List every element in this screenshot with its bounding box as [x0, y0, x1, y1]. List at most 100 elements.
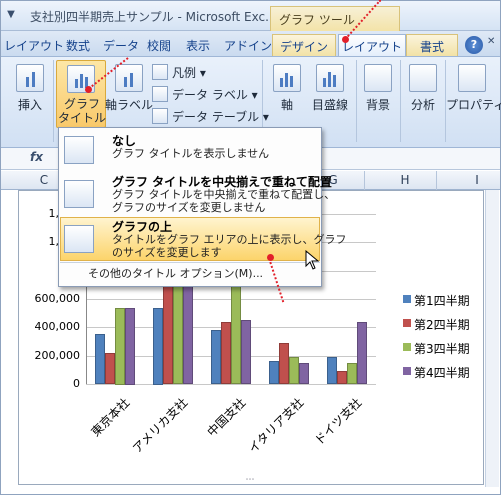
quick-access-dropdown-icon[interactable]: ▼ [4, 9, 18, 23]
tab-view[interactable]: 表示 [186, 34, 210, 56]
column-divider [436, 171, 437, 190]
chart-bar[interactable] [241, 320, 251, 384]
chart-tools-context-label: グラフ ツール [270, 6, 400, 31]
above-chart-title-icon [64, 225, 94, 253]
y-tick-label: 0 [73, 377, 80, 390]
chart-title-button[interactable]: グラフ タイトル [56, 60, 106, 128]
background-label: 背景 [365, 98, 390, 112]
chart-title-label-line2: タイトル [57, 111, 106, 125]
chart-bar[interactable] [347, 363, 357, 384]
menu-item-above-chart-desc1: タイトルをグラフ エリアの上に表示し、グラフ [112, 233, 347, 246]
chart-bar[interactable] [95, 334, 105, 384]
menu-item-centered-overlay[interactable]: グラフ タイトルを中央揃えで重ねて配置 グラフ タイトルを中央揃えで重ねて配置し… [60, 172, 335, 216]
chart-bar[interactable] [105, 353, 115, 384]
gridlines-button[interactable]: 目盛線 [308, 60, 352, 126]
axis-labels-icon [115, 64, 143, 92]
chart-bar[interactable] [115, 308, 125, 385]
tab-formulas[interactable]: 数式 [66, 34, 90, 56]
column-divider [364, 171, 365, 190]
data-labels-button[interactable]: データ ラベル ▾ [152, 86, 258, 104]
axis-labels-label: 軸ラベル [104, 98, 153, 112]
analysis-label: 分析 [410, 98, 435, 112]
window-title: 支社別四半期売上サンプル - Microsoft Exc... [30, 10, 277, 24]
legend-entry: 第3四半期 [414, 342, 470, 356]
y-tick-label: 400,000 [34, 320, 81, 333]
tab-review[interactable]: 校閲 [147, 34, 171, 56]
chart-title-label-line1: グラフ [63, 97, 100, 111]
column-header-h[interactable]: H [399, 173, 411, 187]
data-table-icon [152, 108, 168, 124]
y-tick-label: 200,000 [34, 349, 81, 362]
function-icon[interactable]: fx [30, 150, 43, 164]
vertical-scrollbar[interactable] [485, 190, 499, 487]
menu-item-centered-overlay-desc2: グラフのサイズを変更しません [112, 201, 266, 214]
insert-icon [16, 64, 44, 92]
help-icon[interactable]: ? [465, 36, 483, 54]
insert-label: 挿入 [17, 98, 42, 112]
data-labels-icon [152, 86, 168, 102]
legend-button[interactable]: 凡例 ▾ [152, 64, 206, 82]
chart-bar[interactable] [221, 322, 231, 384]
menu-separator [60, 262, 320, 263]
tab-addins[interactable]: アドイン [224, 34, 272, 56]
legend-swatch [403, 319, 411, 327]
insert-button[interactable]: 挿入 [8, 60, 52, 126]
menu-item-centered-overlay-desc1: グラフ タイトルを中央揃えで重ねて配置し、 [112, 188, 336, 201]
gridlines-icon [316, 64, 344, 92]
properties-button[interactable]: プロパティ [446, 60, 501, 126]
analysis-button[interactable]: 分析 [403, 60, 443, 126]
legend-entry: 第4四半期 [414, 366, 470, 380]
data-table-label: データ テーブル [172, 110, 260, 124]
legend-entry: 第1四半期 [414, 294, 470, 308]
data-table-button[interactable]: データ テーブル ▾ [152, 108, 269, 126]
legend-swatch [403, 367, 411, 375]
menu-item-above-chart-desc2: のサイズを変更します [112, 246, 222, 259]
menu-item-above-chart[interactable]: グラフの上 タイトルをグラフ エリアの上に表示し、グラフ のサイズを変更します [60, 217, 347, 261]
y-tick-label: 600,000 [34, 292, 81, 305]
ribbon-close-icon[interactable]: ✕ [487, 36, 499, 54]
group-separator [356, 60, 357, 142]
annotation-dot [85, 86, 92, 93]
legend-swatch [403, 295, 411, 303]
gridlines-label: 目盛線 [311, 98, 348, 112]
data-labels-label: データ ラベル [172, 88, 248, 102]
chart-bar[interactable] [279, 343, 289, 384]
chart-bar[interactable] [289, 357, 299, 384]
axes-label: 軸 [280, 98, 293, 112]
chart-bar[interactable] [299, 363, 309, 384]
more-title-options-label: その他のタイトル オプション(M)... [88, 267, 264, 280]
column-header-i[interactable]: I [471, 173, 483, 187]
chart-bar[interactable] [327, 357, 337, 384]
tab-page-layout[interactable]: レイアウト [4, 34, 64, 56]
no-title-icon [64, 136, 94, 164]
tab-data[interactable]: データ [103, 34, 139, 56]
axes-button[interactable]: 軸 [268, 60, 306, 126]
legend-icon [152, 64, 168, 80]
tab-design[interactable]: デザイン [272, 34, 336, 56]
axes-icon [273, 64, 301, 92]
menu-item-none-desc: グラフ タイトルを表示しません [112, 147, 270, 160]
chart-bar[interactable] [357, 322, 367, 384]
group-separator [400, 60, 401, 142]
chart-resize-handle[interactable]: ⋯ [240, 476, 260, 485]
column-header-c[interactable]: C [38, 173, 50, 187]
tab-format[interactable]: 書式 [406, 34, 458, 56]
chart-bar[interactable] [269, 361, 279, 384]
chart-bar[interactable] [153, 308, 163, 385]
background-icon [364, 64, 392, 92]
annotation-dot [342, 36, 349, 43]
legend-label: 凡例 [172, 66, 197, 80]
chart-bar[interactable] [337, 371, 347, 384]
properties-icon [458, 64, 486, 92]
menu-item-more-title-options[interactable]: その他のタイトル オプション(M)... [60, 264, 320, 284]
chart-bar[interactable] [211, 330, 221, 384]
chart-bar[interactable] [125, 308, 135, 385]
menu-item-none[interactable]: なし グラフ タイトルを表示しません [60, 130, 320, 172]
properties-label: プロパティ [446, 98, 501, 112]
legend-swatch [403, 343, 411, 351]
mouse-pointer-icon [305, 250, 320, 270]
background-button[interactable]: 背景 [360, 60, 396, 126]
centered-overlay-title-icon [64, 180, 94, 208]
group-separator [53, 60, 54, 142]
analysis-icon [409, 64, 437, 92]
